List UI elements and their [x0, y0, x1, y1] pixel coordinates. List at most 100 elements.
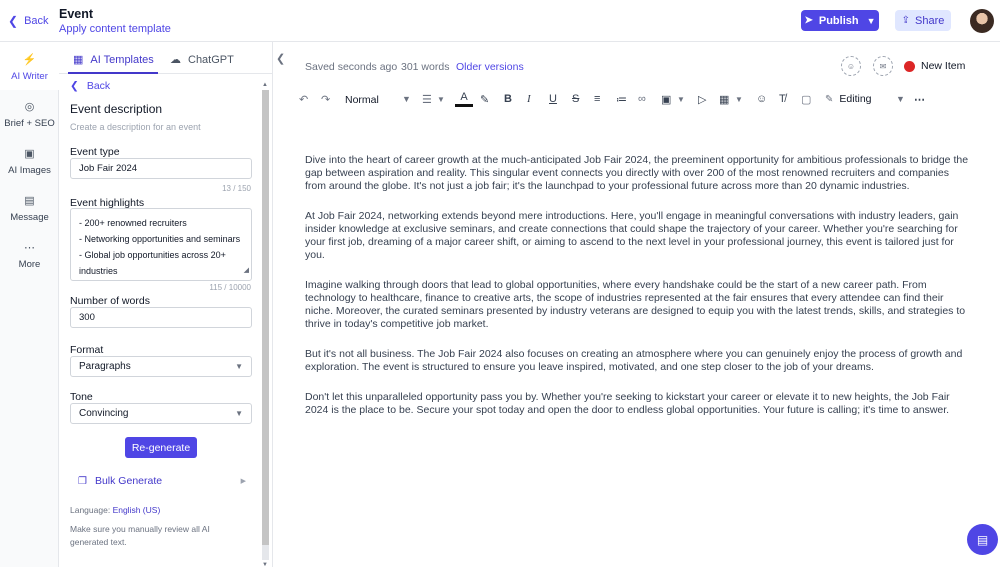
word-count-input[interactable]: 300 — [70, 307, 252, 328]
undo-icon[interactable]: ↶ — [299, 93, 308, 106]
apply-template-link[interactable]: Apply content template — [59, 23, 171, 35]
tab-ai-templates[interactable]: ▦ AI Templates — [73, 53, 154, 67]
bolt-icon: ⚡ — [22, 54, 37, 66]
italic-icon[interactable]: I — [527, 93, 531, 105]
tone-select[interactable]: Convincing ▼ — [70, 403, 252, 424]
paragraph[interactable]: But it's not all business. The Job Fair … — [305, 348, 970, 374]
numbered-list-icon[interactable]: ≔ — [616, 93, 627, 106]
format-label: Format — [70, 344, 104, 356]
highlight-icon[interactable]: ✎ — [480, 93, 489, 106]
send-icon: ➤ — [804, 15, 813, 26]
status-label[interactable]: New Item — [921, 60, 965, 72]
tone-label: Tone — [70, 391, 93, 403]
word-count-label: Number of words — [70, 295, 150, 307]
rail-item-brief-seo[interactable]: ◎ Brief + SEO — [0, 100, 59, 129]
bullet-list-icon[interactable]: ≡ — [594, 93, 600, 105]
rail-item-label: More — [18, 259, 41, 270]
image-icon[interactable]: ▣ — [661, 93, 671, 106]
tab-underline — [68, 72, 158, 74]
event-type-label: Event type — [70, 146, 120, 158]
share-icon: ⇪ — [901, 15, 911, 26]
paragraph[interactable]: Dive into the heart of career growth at … — [305, 154, 970, 193]
back-button[interactable]: ❮ Back — [8, 14, 49, 28]
table-icon[interactable]: ▦ — [719, 93, 729, 106]
top-bar: ❮ Back Event Apply content template ➤ Pu… — [0, 0, 1000, 42]
rail-item-label: AI Writer — [11, 71, 48, 82]
format-select[interactable]: Paragraphs ▼ — [70, 356, 252, 377]
paragraph[interactable]: At Job Fair 2024, networking extends bey… — [305, 210, 970, 262]
chevron-down-icon: ▼ — [866, 15, 876, 26]
add-user-icon[interactable]: ☺ — [841, 56, 861, 76]
event-highlights-counter: 115 / 10000 — [209, 283, 251, 292]
section-subtitle: Create a description for an event — [70, 122, 201, 132]
chevron-down-icon[interactable]: ▼ — [735, 95, 743, 104]
event-highlights-textarea[interactable]: - 200+ renowned recruiters - Networking … — [70, 208, 252, 281]
chat-icon: ▤ — [976, 532, 989, 547]
panel-tabs: ▦ AI Templates ☁ ChatGPT — [59, 42, 272, 74]
scrollbar-thumb[interactable] — [262, 90, 269, 545]
highlight-line: - Networking opportunities and seminars — [79, 234, 241, 244]
chevron-down-icon[interactable]: ▼ — [437, 95, 445, 104]
status-dot[interactable] — [904, 61, 915, 72]
chevron-down-icon[interactable]: ▼ — [402, 94, 411, 104]
chevron-left-icon: ❮ — [8, 14, 19, 28]
panel-collapse-handle[interactable]: ❮ — [273, 42, 287, 567]
tab-chatgpt[interactable]: ☁ ChatGPT — [170, 53, 234, 67]
scroll-up-icon[interactable]: ▲ — [262, 82, 268, 88]
rail-item-label: Message — [10, 212, 49, 223]
assign-icon[interactable]: ✉ — [873, 56, 893, 76]
link-icon[interactable]: ∞ — [638, 93, 646, 105]
publish-button[interactable]: ➤ Publish ▼ — [801, 10, 879, 31]
underline-icon[interactable]: U — [549, 93, 557, 105]
rail-item-ai-images[interactable]: ▣ AI Images — [0, 147, 59, 176]
redo-icon[interactable]: ↷ — [321, 93, 330, 106]
rail-item-message[interactable]: ▤ Message — [0, 194, 59, 223]
template-panel: ▦ AI Templates ☁ ChatGPT ❮ Back Event de… — [59, 42, 273, 567]
more-icon: ⋯ — [24, 242, 35, 254]
pencil-icon: ✎ — [825, 93, 834, 105]
clear-format-icon[interactable]: T̸ — [779, 93, 786, 105]
paragraph[interactable]: Imagine walking through doors that lead … — [305, 279, 970, 331]
language-link[interactable]: English (US) — [113, 505, 161, 515]
rail-item-ai-writer[interactable]: ⚡ AI Writer — [0, 53, 59, 82]
panel-scrollbar[interactable]: ▲ ▼ — [262, 82, 269, 567]
panel-back-button[interactable]: ❮ Back — [70, 80, 110, 92]
chevron-down-icon[interactable]: ▼ — [677, 95, 685, 104]
align-icon[interactable]: ☰ — [422, 93, 432, 106]
publish-label: Publish — [818, 14, 859, 27]
document-body[interactable]: Dive into the heart of career growth at … — [305, 154, 970, 434]
event-type-input[interactable]: Job Fair 2024 — [70, 158, 252, 179]
paragraph[interactable]: Don't let this unparalleled opportunity … — [305, 391, 970, 417]
format-value: Paragraphs — [79, 361, 131, 372]
support-chat-button[interactable]: ▤ — [967, 524, 998, 555]
section-title: Event description — [70, 102, 163, 116]
language-info: Language: English (US) — [70, 505, 160, 515]
bulk-generate-button[interactable]: ❐ Bulk Generate ▶ — [78, 475, 246, 487]
play-icon[interactable]: ▷ — [698, 93, 706, 106]
comment-icon[interactable]: ▢ — [801, 93, 811, 106]
text-color-icon[interactable]: A — [455, 90, 473, 107]
grid-icon: ▦ — [73, 54, 84, 66]
older-versions-link[interactable]: Older versions — [456, 61, 524, 73]
avatar[interactable] — [970, 9, 994, 33]
chevron-down-icon[interactable]: ▼ — [896, 94, 905, 104]
more-options-icon[interactable]: ⋯ — [914, 93, 925, 106]
editing-mode-select[interactable]: ✎ Editing — [825, 93, 872, 105]
chevron-down-icon: ▼ — [235, 362, 243, 371]
emoji-icon[interactable]: ☺ — [756, 93, 767, 105]
resize-handle-icon[interactable]: ◢ — [244, 263, 249, 279]
target-icon: ◎ — [24, 101, 35, 113]
text-style-select[interactable]: Normal — [345, 94, 379, 106]
bold-icon[interactable]: B — [504, 93, 512, 105]
share-button[interactable]: ⇪ Share — [895, 10, 951, 31]
back-label: Back — [24, 15, 49, 27]
rail-item-more[interactable]: ⋯ More — [0, 241, 59, 270]
left-rail: ⚡ AI Writer ◎ Brief + SEO ▣ AI Images ▤ … — [0, 42, 59, 567]
strikethrough-icon[interactable]: S — [572, 93, 579, 105]
regenerate-button[interactable]: Re-generate — [125, 437, 197, 458]
tab-label: AI Templates — [90, 53, 154, 66]
scroll-down-icon[interactable]: ▼ — [262, 562, 268, 567]
chevron-left-icon: ❮ — [70, 80, 79, 92]
editing-mode-label: Editing — [839, 93, 872, 105]
chevron-down-icon: ▼ — [235, 409, 243, 418]
